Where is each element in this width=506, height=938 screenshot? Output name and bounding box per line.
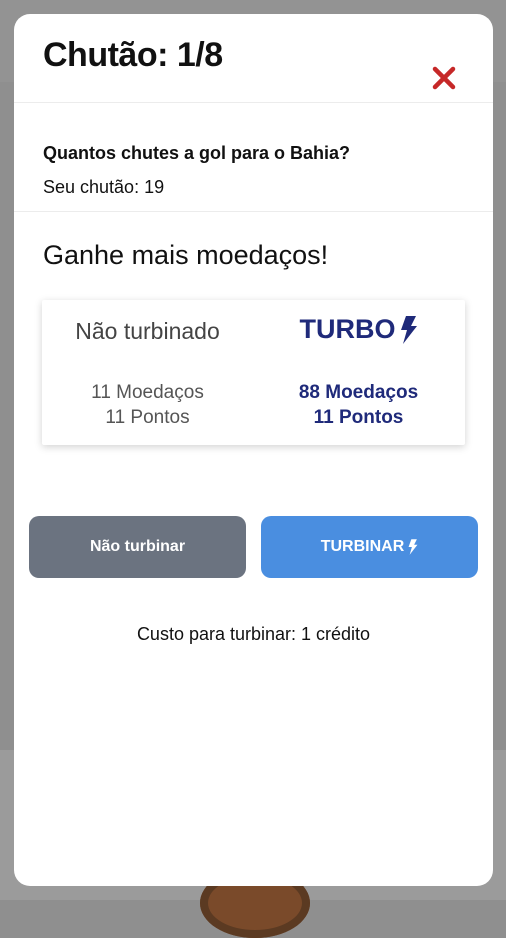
non-turbo-coins: 11 Moedaços [91, 382, 204, 403]
turbo-stats: 88 Moedaços 11 Pontos [253, 380, 464, 430]
turbo-coins: 88 Moedaços [298, 382, 419, 403]
turbo-button[interactable]: TURBINAR [261, 516, 478, 578]
lightning-bolt-icon [400, 315, 417, 344]
modal-title: Chutão: 1/8 [43, 36, 223, 74]
non-turbo-stats: 11 Moedaços 11 Pontos [42, 380, 253, 430]
close-button[interactable] [428, 62, 460, 94]
turbo-title-row: TURBO [253, 314, 464, 345]
turbo-cost-text: Custo para turbinar: 1 crédito [136, 624, 371, 644]
non-turbo-title: Não turbinado [75, 318, 220, 344]
non-turbo-points: 11 Pontos [105, 407, 190, 428]
modal-header: Chutão: 1/8 [14, 14, 493, 103]
turbo-modal: Chutão: 1/8 Quantos chutes a gol para o … [14, 14, 493, 886]
turbo-button-label: TURBINAR [320, 538, 405, 555]
guess-label: Seu chutão: [43, 177, 140, 197]
guess-line: Seu chutão: 19 [43, 177, 164, 198]
guess-value: 19 [144, 177, 165, 197]
non-turbo-column: Não turbinado 11 Moedaços 11 Pontos [42, 300, 253, 445]
turbo-column: TURBO 88 Moedaços 11 Pontos [253, 300, 464, 445]
turbo-points: 11 Pontos [313, 407, 404, 428]
lightning-bolt-icon [408, 539, 418, 555]
comparison-card: Não turbinado 11 Moedaços 11 Pontos TURB… [42, 300, 465, 445]
no-turbo-button-label: Não turbinar [89, 538, 186, 555]
no-turbo-button[interactable]: Não turbinar [29, 516, 246, 578]
turbo-title: TURBO [299, 314, 396, 344]
close-icon [432, 66, 456, 90]
question-text: Quantos chutes a gol para o Bahia? [43, 143, 351, 163]
question-section: Quantos chutes a gol para o Bahia? Seu c… [14, 103, 493, 212]
promo-heading: Ganhe mais moedaços! [43, 240, 329, 270]
